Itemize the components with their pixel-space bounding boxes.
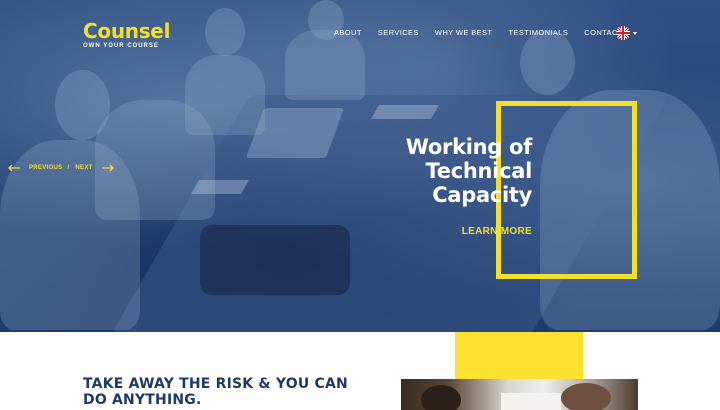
photo-person [561,383,611,410]
slider-controls: PREVIOUS / NEXT [8,164,114,172]
language-selector[interactable] [616,26,637,40]
photo-paper [501,393,561,410]
hero-background-person [205,8,245,56]
next-link[interactable]: NEXT [75,165,92,171]
nav-item-why-we-best[interactable]: WHY WE BEST [435,28,493,38]
previous-link[interactable]: PREVIOUS [29,165,62,171]
hero-background-paper [370,105,440,119]
learn-more-button[interactable]: LEARN MORE [440,226,532,237]
section-title: TAKE AWAY THE RISK & YOU CAN DO ANYTHING… [83,376,383,408]
hero-headline: Working of Technical Capacity [340,135,533,207]
logo[interactable]: Counsel OWN YOUR COURSE [83,20,170,49]
nav-item-services[interactable]: SERVICES [378,28,419,38]
nav-item-testimonials[interactable]: TESTIMONIALS [508,28,568,38]
section-photo [401,379,638,410]
uk-flag-icon [616,26,630,40]
hero-background-person [285,30,365,100]
section-title-line: TAKE AWAY THE RISK & YOU CAN [83,376,348,392]
photo-person [421,385,461,410]
hero-background-person [95,100,215,220]
logo-name: Counsel [83,19,171,43]
hero-background-bag [200,225,350,295]
nav-item-about[interactable]: ABOUT [334,28,362,38]
chevron-down-icon [633,31,637,35]
arrow-left-icon[interactable] [8,164,20,172]
main-nav: ABOUT SERVICES WHY WE BEST TESTIMONIALS … [334,28,639,38]
section-title-line: DO ANYTHING. [83,392,202,408]
hero-headline-line: Technical [425,159,533,183]
slider-separator: / [67,165,70,171]
arrow-right-icon[interactable] [101,164,114,172]
hero-background-person [520,30,575,95]
logo-tagline: OWN YOUR COURSE [83,43,159,49]
hero-background-paper [190,180,250,194]
hero-headline-line: Working of [405,135,533,159]
hero-headline-line: Capacity [432,183,532,207]
accent-block [455,332,583,380]
